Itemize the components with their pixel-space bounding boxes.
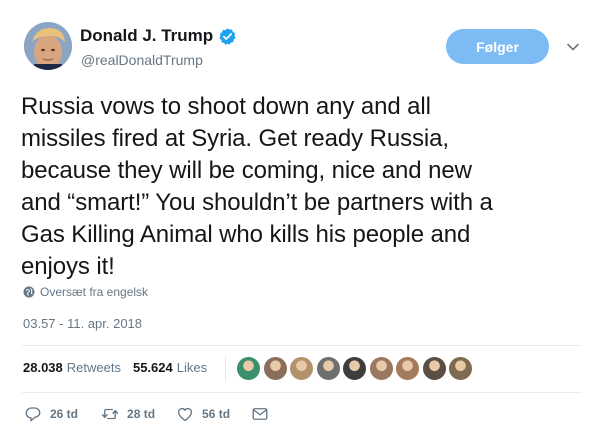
tweet-text-line: Gas Killing Animal who kills his people … (21, 221, 471, 248)
tweet-timestamp[interactable]: 03.57 - 11. apr. 2018 (23, 316, 142, 331)
translate-label[interactable]: Oversæt fra engelsk (40, 285, 148, 299)
likes-count: 55.624 (132, 360, 173, 375)
liker-avatar[interactable] (315, 356, 341, 381)
stats-separator (225, 355, 226, 382)
following-button[interactable]: Følger (446, 29, 549, 64)
tweet-text-line: and “smart!” You shouldn’t be partners w… (21, 189, 493, 216)
like-count: 56 td (202, 407, 231, 421)
heart-icon (177, 407, 193, 422)
liker-avatar[interactable] (262, 356, 288, 381)
like-button[interactable]: 56 td (176, 405, 230, 423)
tweet-stats: 28.038 Retweets 55.624 Likes (23, 360, 207, 375)
tweet-text-line: enjoys it! (21, 253, 115, 280)
divider (22, 392, 582, 393)
likers-avatars (236, 356, 475, 381)
retweet-icon (101, 408, 119, 420)
chevron-down-icon[interactable] (566, 40, 580, 54)
likes-stat[interactable]: 55.624 Likes (133, 360, 207, 375)
retweet-count: 28 td (127, 407, 156, 421)
liker-avatar[interactable] (448, 356, 473, 381)
liker-avatar[interactable] (342, 356, 367, 381)
retweets-label: Retweets (66, 360, 121, 375)
direct-message-button[interactable] (251, 405, 277, 423)
tweet-text: Russia vows to shoot down any and all mi… (21, 91, 586, 283)
tweet-actions: 26 td 28 td 56 td (24, 405, 277, 423)
tweet-text-line: Russia vows to shoot down any and all (21, 93, 431, 120)
tweet-card: Donald J. Trump @realDonaldTrump Følger … (0, 0, 599, 444)
globe-icon (23, 286, 35, 298)
retweets-count: 28.038 (23, 360, 63, 375)
envelope-icon (252, 408, 268, 420)
tweet-text-line: missiles fired at Syria. Get ready Russi… (21, 125, 449, 152)
divider (22, 345, 582, 346)
retweets-stat[interactable]: 28.038 Retweets (23, 360, 121, 375)
verified-badge-icon (219, 27, 236, 45)
liker-avatar[interactable] (236, 356, 261, 381)
reply-button[interactable]: 26 td (24, 405, 78, 423)
liker-avatar[interactable] (421, 356, 447, 381)
liker-avatar[interactable] (395, 356, 420, 381)
likes-label: Likes (176, 360, 208, 375)
translate-link[interactable]: Oversæt fra engelsk (23, 285, 148, 299)
retweet-button[interactable]: 28 td (101, 405, 155, 423)
author-avatar[interactable] (24, 22, 72, 70)
liker-avatar[interactable] (289, 356, 314, 381)
reply-icon (25, 407, 41, 422)
liker-avatar[interactable] (368, 356, 394, 381)
reply-count: 26 td (50, 407, 79, 421)
tweet-text-line: because they will be coming, nice and ne… (21, 157, 472, 184)
author-name-row[interactable]: Donald J. Trump (80, 26, 237, 46)
author-display-name[interactable]: Donald J. Trump (80, 26, 213, 46)
author-handle[interactable]: @realDonaldTrump (81, 52, 203, 68)
